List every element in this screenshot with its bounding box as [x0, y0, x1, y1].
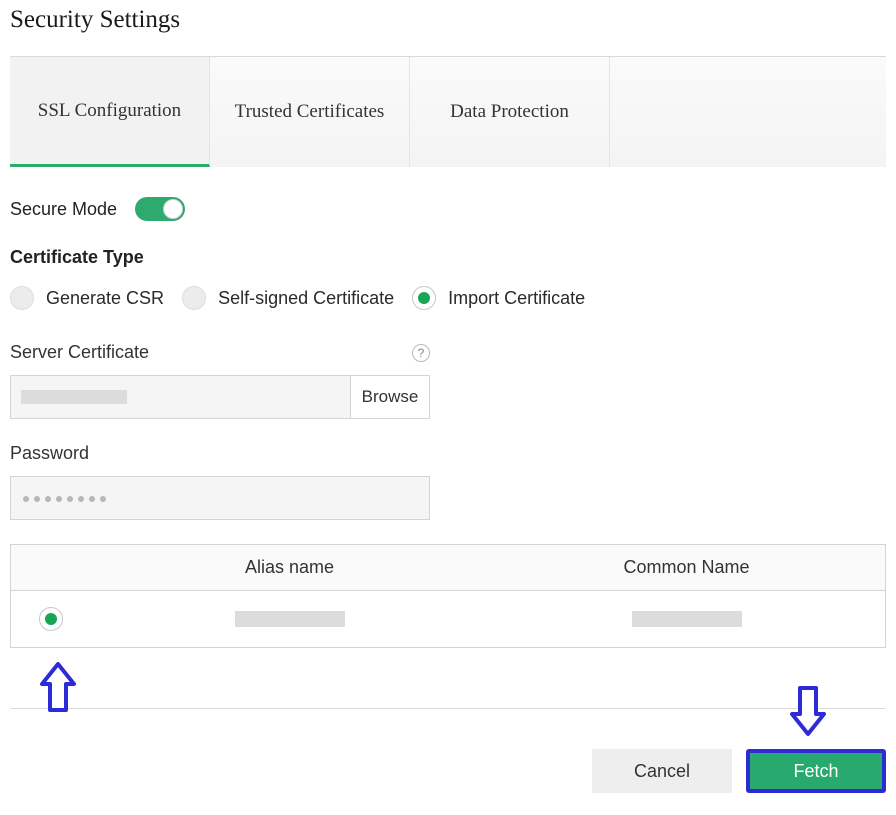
radio-label: Generate CSR [46, 288, 164, 309]
col-select [11, 545, 91, 590]
file-path-input[interactable] [10, 375, 350, 419]
secure-mode-toggle[interactable] [135, 197, 185, 221]
certificate-type-title: Certificate Type [10, 247, 886, 268]
server-certificate-group: Server Certificate ? Browse [10, 342, 886, 419]
annotation-arrow-down-icon [788, 682, 828, 738]
tab-data-protection[interactable]: Data Protection [410, 57, 610, 167]
radio-import-certificate[interactable] [412, 286, 436, 310]
table-header: Alias name Common Name [11, 545, 885, 591]
cancel-button[interactable]: Cancel [592, 749, 732, 793]
table-row[interactable] [11, 591, 885, 647]
footer-separator [10, 708, 886, 709]
certificate-table: Alias name Common Name [10, 544, 886, 648]
help-icon[interactable]: ? [412, 344, 430, 362]
tab-bar: SSL Configuration Trusted Certificates D… [10, 56, 886, 167]
tab-ssl-configuration[interactable]: SSL Configuration [10, 57, 210, 167]
browse-button[interactable]: Browse [350, 375, 430, 419]
form-area: Secure Mode Certificate Type Generate CS… [10, 167, 886, 793]
alias-value [235, 611, 345, 627]
tab-label: SSL Configuration [38, 99, 181, 123]
col-common-name: Common Name [488, 545, 885, 590]
password-mask [23, 489, 111, 507]
toggle-knob [163, 199, 183, 219]
col-alias: Alias name [91, 545, 488, 590]
certificate-type-options: Generate CSR Self-signed Certificate Imp… [10, 286, 886, 310]
server-certificate-label: Server Certificate [10, 342, 149, 363]
secure-mode-row: Secure Mode [10, 197, 886, 221]
password-group: Password [10, 443, 886, 520]
tab-label: Data Protection [450, 100, 569, 124]
common-name-value [632, 611, 742, 627]
radio-self-signed[interactable] [182, 286, 206, 310]
radio-label: Import Certificate [448, 288, 585, 309]
row-select-radio[interactable] [39, 607, 63, 631]
tab-label: Trusted Certificates [235, 100, 385, 124]
password-label: Password [10, 443, 89, 464]
radio-generate-csr[interactable] [10, 286, 34, 310]
tab-trusted-certificates[interactable]: Trusted Certificates [210, 57, 410, 167]
fetch-button[interactable]: Fetch [746, 749, 886, 793]
file-placeholder [21, 390, 127, 404]
page-title: Security Settings [10, 6, 886, 34]
server-certificate-file: Browse [10, 375, 430, 419]
radio-label: Self-signed Certificate [218, 288, 394, 309]
password-input[interactable] [10, 476, 430, 520]
annotation-arrow-up-icon [38, 660, 78, 716]
button-row: Cancel Fetch [10, 749, 886, 793]
secure-mode-label: Secure Mode [10, 199, 117, 220]
